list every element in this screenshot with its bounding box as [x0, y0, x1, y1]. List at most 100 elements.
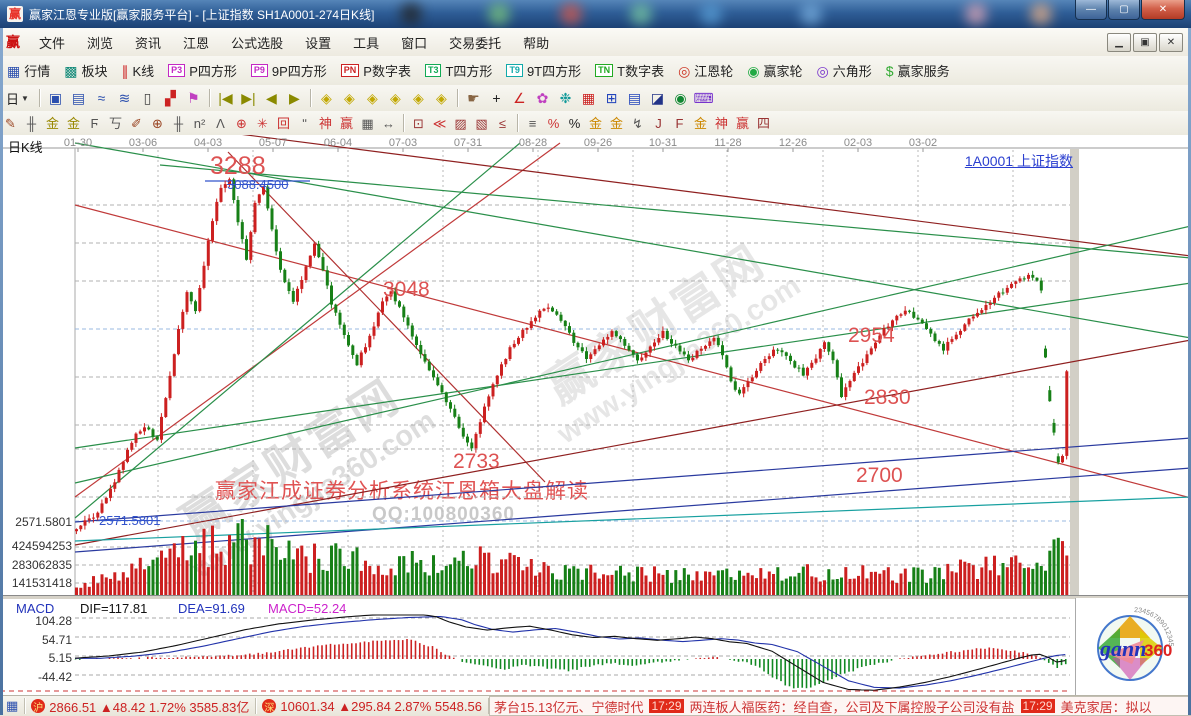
- menu-browse[interactable]: 浏览: [76, 28, 124, 56]
- toolbar-button-9t-square[interactable]: T99T四方形: [499, 56, 588, 85]
- draw-tool-23[interactable]: ▧: [471, 117, 492, 130]
- draw-tool-3[interactable]: 金: [42, 117, 63, 130]
- status-grid-button[interactable]: ▦: [0, 698, 25, 714]
- minimize-button[interactable]: —: [1075, 0, 1107, 20]
- close-button[interactable]: ✕: [1141, 0, 1185, 20]
- period-selector[interactable]: 日▼: [0, 89, 35, 108]
- first-bar-icon[interactable]: |◀: [214, 91, 237, 105]
- angle-icon[interactable]: ∠: [508, 91, 531, 105]
- festival-icon[interactable]: ✿: [531, 91, 554, 105]
- draw-tool-33[interactable]: 金: [690, 117, 711, 130]
- shenzhen-index-summary[interactable]: 深 10601.34 ▲295.84 2.87% 5548.56: [256, 698, 489, 714]
- calculator-icon[interactable]: ⊞: [600, 91, 623, 105]
- gann-diamond-1-icon[interactable]: ◈: [315, 91, 338, 105]
- menu-gann[interactable]: 江恩: [172, 28, 220, 56]
- draw-tool-14[interactable]: 回: [273, 117, 294, 130]
- draw-tool-4[interactable]: 金: [63, 117, 84, 130]
- mdi-close[interactable]: ✕: [1159, 33, 1183, 52]
- toolbar-button-t-square[interactable]: T3T四方形: [418, 56, 499, 85]
- menu-tools[interactable]: 工具: [342, 28, 390, 56]
- draw-tool-29[interactable]: 金: [606, 117, 627, 130]
- draw-tool-25[interactable]: ≡: [522, 117, 543, 130]
- toolbar-button-9p-square[interactable]: P99P四方形: [244, 56, 334, 85]
- prev-bar-icon[interactable]: ◀: [260, 91, 283, 105]
- toolbar-button-kline[interactable]: ∥K线: [115, 56, 162, 85]
- toolbar-button-gann-wheel[interactable]: ◎江恩轮: [671, 56, 740, 85]
- news-ticker[interactable]: 茅台15.13亿元、宁德时代17:29两连板人福医药：经自查，公司及下属控股子公…: [489, 696, 1191, 716]
- draw-tool-2[interactable]: ╫: [21, 117, 42, 130]
- chart-area[interactable]: 赢家财富网 www.yingjia360.com 赢家财富网 www.yingj…: [0, 135, 1191, 695]
- save-icon[interactable]: ◪: [646, 91, 669, 105]
- toolbar-button-quotes[interactable]: ▦行情: [0, 56, 57, 85]
- gann-diamond-3-icon[interactable]: ◈: [361, 91, 384, 105]
- quote-list-icon[interactable]: ▤: [67, 91, 90, 105]
- web-icon[interactable]: ◉: [669, 91, 692, 105]
- ai-icon[interactable]: ❉: [554, 91, 577, 105]
- mdi-restore[interactable]: ▣: [1133, 33, 1157, 52]
- gann-diamond-6-icon[interactable]: ◈: [430, 91, 453, 105]
- draw-tool-15[interactable]: ʺ: [294, 117, 315, 130]
- draw-tool-16[interactable]: 神: [315, 117, 336, 130]
- compare-icon[interactable]: ▞: [159, 91, 182, 105]
- toolbar-button-p-table[interactable]: PNP数字表: [334, 56, 418, 85]
- draw-tool-6[interactable]: 丂: [105, 117, 126, 130]
- draw-tool-10[interactable]: n²: [189, 117, 210, 130]
- menu-news[interactable]: 资讯: [124, 28, 172, 56]
- menu-trade[interactable]: 交易委托: [438, 28, 512, 56]
- draw-tool-11[interactable]: Λ: [210, 117, 231, 130]
- draw-tool-12[interactable]: ⊕: [231, 117, 252, 130]
- notes-icon[interactable]: ▤: [623, 91, 646, 105]
- menu-formula-picker[interactable]: 公式选股: [220, 28, 294, 56]
- next-bar-icon[interactable]: ▶: [283, 91, 306, 105]
- candle-style-icon[interactable]: ▯: [136, 91, 159, 105]
- menu-file[interactable]: 文件: [28, 28, 76, 56]
- draw-tool-9[interactable]: ╫: [168, 117, 189, 130]
- draw-tool-21[interactable]: ≪: [429, 117, 450, 130]
- crosshair-icon[interactable]: +: [485, 91, 508, 105]
- draw-tool-19[interactable]: ↔: [378, 117, 399, 130]
- flag-icon[interactable]: ⚑: [182, 91, 205, 105]
- draw-tool-24[interactable]: ≤: [492, 117, 513, 130]
- toolbar-button-hexagon[interactable]: ◎六角形: [810, 56, 879, 85]
- draw-tool-18[interactable]: ▦: [357, 117, 378, 130]
- draw-tool-31[interactable]: J: [648, 117, 669, 130]
- hand-icon[interactable]: ☛: [462, 91, 485, 105]
- draw-tool-35[interactable]: 赢: [732, 117, 753, 130]
- maximize-button[interactable]: ▢: [1108, 0, 1140, 20]
- gann-diamond-2-icon[interactable]: ◈: [338, 91, 361, 105]
- draw-tool-17[interactable]: 赢: [336, 117, 357, 130]
- calendar-icon[interactable]: ▦: [577, 91, 600, 105]
- toolbar-button-p-square[interactable]: P3P四方形: [161, 56, 244, 85]
- draw-tool-7[interactable]: ✐: [126, 117, 147, 130]
- gann-diamond-5-icon[interactable]: ◈: [407, 91, 430, 105]
- wave9-icon[interactable]: ≋: [113, 91, 136, 105]
- draw-tool-27[interactable]: %: [564, 117, 585, 130]
- last-bar-icon[interactable]: ▶|: [237, 91, 260, 105]
- toolbar-button-t-table[interactable]: TNT数字表: [588, 56, 671, 85]
- toolbar-button-winner-service[interactable]: $赢家服务: [879, 56, 957, 85]
- panel-divider[interactable]: [0, 595, 1191, 600]
- menu-help[interactable]: 帮助: [512, 28, 560, 56]
- menu-settings[interactable]: 设置: [294, 28, 342, 56]
- mdi-minimize[interactable]: ▁: [1107, 33, 1131, 52]
- gann-diamond-4-icon[interactable]: ◈: [384, 91, 407, 105]
- draw-tool-5[interactable]: Ϝ: [84, 117, 105, 130]
- wave3-icon[interactable]: ≈: [90, 91, 113, 105]
- draw-tool-8[interactable]: ⊕: [147, 117, 168, 130]
- toolbar-button-sectors[interactable]: ▩板块: [57, 56, 114, 85]
- draw-tool-30[interactable]: ↯: [627, 117, 648, 130]
- draw-tool-20[interactable]: ⊡: [408, 117, 429, 130]
- toolbar-button-winner-wheel[interactable]: ◉赢家轮: [740, 56, 809, 85]
- draw-tool-36[interactable]: 四: [753, 117, 774, 130]
- window-icon[interactable]: ▣: [44, 91, 67, 105]
- draw-tool-1[interactable]: ✎: [0, 117, 21, 130]
- menu-window[interactable]: 窗口: [390, 28, 438, 56]
- draw-tool-13[interactable]: ✳: [252, 117, 273, 130]
- draw-tool-28[interactable]: 金: [585, 117, 606, 130]
- draw-tool-32[interactable]: F: [669, 117, 690, 130]
- shanghai-index-summary[interactable]: 沪 2866.51 ▲48.42 1.72% 3585.83亿: [25, 698, 256, 714]
- draw-tool-34[interactable]: 神: [711, 117, 732, 130]
- draw-tool-26[interactable]: %: [543, 117, 564, 130]
- draw-tool-22[interactable]: ▨: [450, 117, 471, 130]
- remote-icon[interactable]: ⌨: [692, 91, 715, 105]
